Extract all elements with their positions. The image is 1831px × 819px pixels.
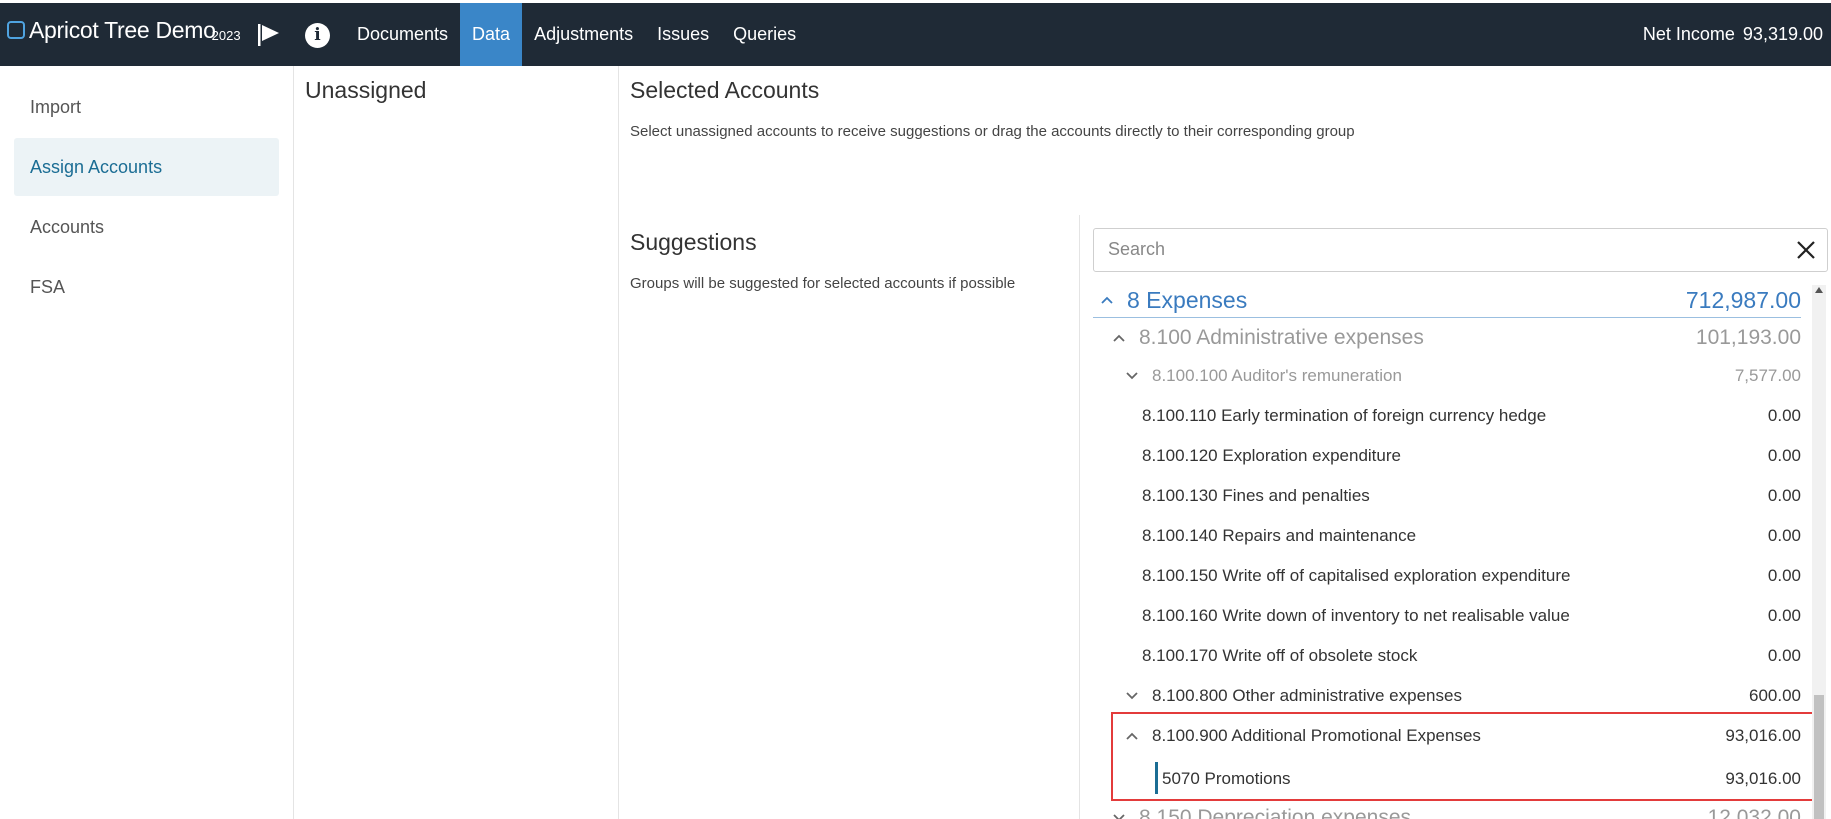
nav-issues[interactable]: Issues bbox=[645, 3, 721, 66]
unassigned-panel[interactable]: Unassigned bbox=[295, 66, 619, 819]
main-nav: Documents Data Adjustments Issues Querie… bbox=[345, 3, 808, 66]
chevron-down-icon[interactable] bbox=[1112, 813, 1126, 819]
net-income: Net Income 93,319.00 bbox=[1643, 3, 1823, 66]
tree-row-amount: 0.00 bbox=[1767, 606, 1801, 625]
unassigned-title: Unassigned bbox=[305, 77, 427, 103]
selected-account-indicator bbox=[1155, 762, 1158, 794]
tree-row[interactable]: 8.100.120 Exploration expenditure 0.00 bbox=[1093, 443, 1801, 469]
nav-documents[interactable]: Documents bbox=[345, 3, 460, 66]
sidebar-item-fsa[interactable]: FSA bbox=[14, 258, 279, 316]
tree-row-label: 8.100.110 Early termination of foreign c… bbox=[1142, 406, 1547, 425]
tree-row-amount: 0.00 bbox=[1767, 646, 1801, 665]
net-income-label: Net Income bbox=[1642, 24, 1735, 44]
nav-data[interactable]: Data bbox=[460, 3, 523, 66]
tree-row-amount: 0.00 bbox=[1767, 526, 1801, 545]
tree-row-label: 8.100.160 Write down of inventory to net… bbox=[1142, 606, 1570, 625]
chevron-down-icon[interactable] bbox=[1125, 691, 1139, 701]
app-year: 2023 bbox=[211, 28, 241, 43]
tree-row[interactable]: 8.100.170 Write off of obsolete stock 0.0… bbox=[1093, 643, 1801, 669]
tree-row[interactable]: 8.100 Administrative expenses 101,193.00 bbox=[1093, 324, 1801, 352]
tree-row-amount: 600.00 bbox=[1749, 686, 1801, 705]
tree-scrollbar[interactable] bbox=[1812, 285, 1826, 819]
tree-row-amount: 0.00 bbox=[1767, 486, 1801, 505]
tree-row-label: 8.100.150 Write off of capitalised explo… bbox=[1142, 566, 1571, 585]
checkbox-logo-icon bbox=[7, 21, 25, 39]
net-income-value: 93,319.00 bbox=[1742, 24, 1823, 44]
tree-row-label: 8.100 Administrative expenses bbox=[1139, 326, 1424, 349]
tree-row-label: 8.100.170 Write off of obsolete stock bbox=[1142, 646, 1418, 665]
nav-queries[interactable]: Queries bbox=[721, 3, 808, 66]
search-box bbox=[1093, 228, 1828, 272]
sidebar-item-import[interactable]: Import bbox=[14, 78, 279, 136]
selected-accounts-description: Select unassigned accounts to receive su… bbox=[630, 123, 1355, 140]
close-icon[interactable] bbox=[1795, 239, 1817, 261]
tree-row[interactable]: 8 Expenses 712,987.00 bbox=[1093, 285, 1801, 315]
suggestions-title: Suggestions bbox=[630, 229, 757, 255]
tree-row-amount: 0.00 bbox=[1767, 446, 1801, 465]
app-brand[interactable]: Apricot Tree Demo 2023 bbox=[7, 16, 241, 46]
tree-row-label: 8.100.120 Exploration expenditure bbox=[1142, 446, 1401, 465]
tree-row[interactable]: 8.100.100 Auditor's remuneration 7,577.00 bbox=[1093, 363, 1801, 389]
scroll-thumb[interactable] bbox=[1814, 695, 1824, 819]
tree-row[interactable]: 8.150 Depreciation expenses 12,032.00 bbox=[1093, 805, 1801, 819]
tree-row-label: 8.100.100 Auditor's remuneration bbox=[1152, 366, 1402, 385]
tree-row-label: 8 Expenses bbox=[1127, 286, 1248, 313]
sidebar-item-accounts[interactable]: Accounts bbox=[14, 198, 279, 256]
nav-adjustments[interactable]: Adjustments bbox=[522, 3, 645, 66]
scroll-up-icon[interactable] bbox=[1815, 287, 1823, 293]
chevron-up-icon[interactable] bbox=[1112, 333, 1126, 343]
suggestions-description: Groups will be suggested for selected ac… bbox=[630, 275, 1016, 292]
sidebar: Import Assign Accounts Accounts FSA bbox=[0, 66, 294, 819]
tree-row-amount: 12,032.00 bbox=[1707, 806, 1801, 819]
flag-icon[interactable] bbox=[257, 23, 281, 47]
tree-row[interactable]: 8.100.110 Early termination of foreign c… bbox=[1093, 403, 1801, 429]
highlight-box bbox=[1111, 712, 1814, 801]
chevron-up-icon[interactable] bbox=[1100, 295, 1114, 305]
tree-row-amount: 712,987.00 bbox=[1685, 286, 1801, 313]
tree-row-label: 8.100.140 Repairs and maintenance bbox=[1142, 526, 1417, 545]
sidebar-item-assign-accounts[interactable]: Assign Accounts bbox=[14, 138, 279, 196]
search-input[interactable] bbox=[1094, 229, 1744, 269]
tree-row[interactable]: 8.100.150 Write off of capitalised explo… bbox=[1093, 563, 1801, 589]
tree-row[interactable]: 8.100.800 Other administrative expenses 6… bbox=[1093, 683, 1801, 709]
app-name: Apricot Tree Demo bbox=[29, 17, 216, 43]
info-icon[interactable]: i bbox=[305, 23, 330, 48]
tree-row-amount: 101,193.00 bbox=[1695, 326, 1801, 349]
top-bar: Apricot Tree Demo 2023 i Documents Data … bbox=[0, 0, 1831, 66]
tree-row[interactable]: 8.100.140 Repairs and maintenance 0.00 bbox=[1093, 523, 1801, 549]
chevron-down-icon[interactable] bbox=[1125, 371, 1139, 381]
tree-row-amount: 0.00 bbox=[1767, 406, 1801, 425]
tree-row-amount: 0.00 bbox=[1767, 566, 1801, 585]
tree-row-amount: 7,577.00 bbox=[1734, 366, 1801, 385]
tree-row-label: 8.100.130 Fines and penalties bbox=[1142, 486, 1370, 505]
tree-row-label: 8.150 Depreciation expenses bbox=[1139, 806, 1412, 819]
tree-row[interactable]: 8.100.160 Write down of inventory to net… bbox=[1093, 603, 1801, 629]
tree-row-label: 8.100.800 Other administrative expenses bbox=[1152, 686, 1462, 705]
selected-accounts-title: Selected Accounts bbox=[630, 77, 820, 103]
tree-row[interactable]: 8.100.130 Fines and penalties 0.00 bbox=[1093, 483, 1801, 509]
tree-root-underline bbox=[1093, 317, 1801, 318]
